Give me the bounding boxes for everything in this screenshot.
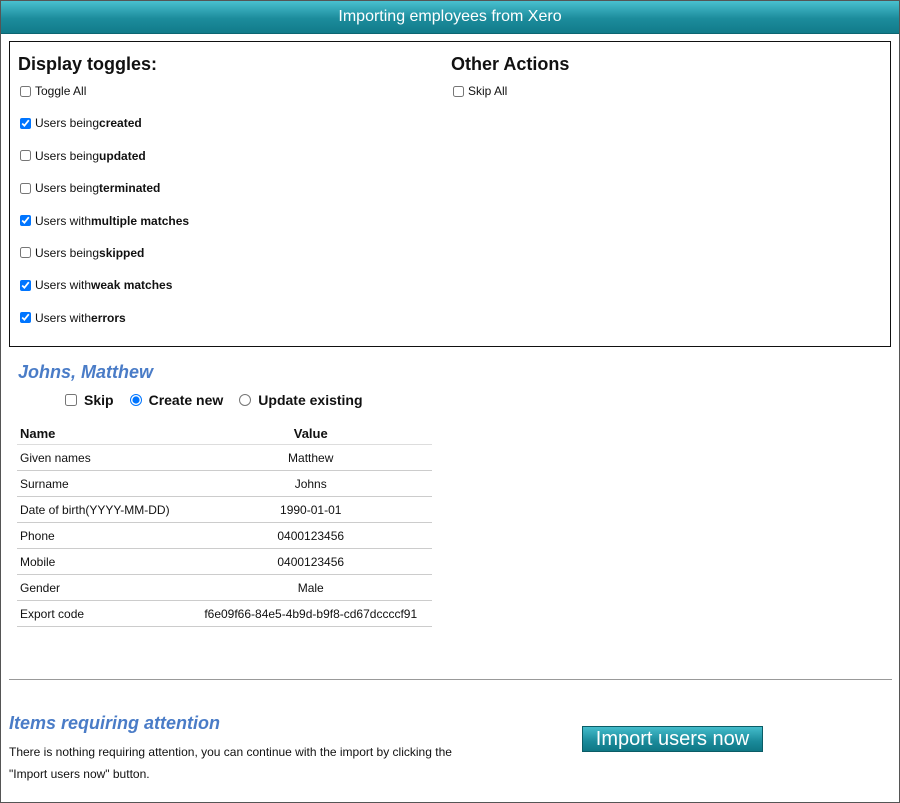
table-row: Given names Matthew (17, 444, 432, 471)
update-existing-radio[interactable] (239, 394, 252, 406)
table-header-row: Name Value (17, 422, 432, 445)
display-toggles-heading: Display toggles: (18, 54, 158, 74)
field-value: 0400123456 (189, 548, 432, 575)
toggle-users-errors-checkbox[interactable] (20, 312, 31, 324)
field-name: Surname (17, 470, 190, 497)
toggle-label-emphasis: multiple matches (91, 213, 190, 228)
import-window: Importing employees from Xero Display to… (0, 0, 900, 803)
attention-heading: Items requiring attention (9, 713, 221, 733)
toggle-users-skipped-checkbox[interactable] (20, 247, 31, 259)
column-header-value: Value (189, 422, 432, 445)
toggle-label: Users being (35, 245, 100, 260)
toggle-label: Users with (35, 213, 92, 228)
table-row: Export code f6e09f66-84e5-4b9d-b9f8-cd67… (17, 600, 432, 627)
toggle-users-errors[interactable]: Users with errors (18, 310, 189, 326)
table-row: Date of birth(YYYY-MM-DD) 1990-01-01 (17, 496, 432, 523)
skip-all-label: Skip All (468, 84, 508, 98)
table-row: Gender Male (17, 574, 432, 601)
table-row: Phone 0400123456 (17, 522, 432, 549)
import-users-button[interactable]: Import users now (582, 726, 763, 752)
skip-label: Skip (84, 392, 114, 408)
skip-option[interactable]: Skip (63, 392, 114, 408)
toggle-label: Users with (35, 278, 92, 293)
toggle-label-emphasis: errors (91, 310, 126, 325)
field-value: Male (189, 574, 432, 601)
update-existing-option[interactable]: Update existing (237, 392, 363, 408)
field-name: Gender (17, 574, 190, 601)
skip-all-checkbox[interactable] (453, 85, 464, 97)
toggle-label-emphasis: terminated (99, 181, 161, 196)
toggle-users-weak-matches-checkbox[interactable] (20, 279, 31, 291)
create-new-option[interactable]: Create new (128, 392, 224, 408)
employee-name: Johns, Matthew (18, 362, 154, 382)
toggle-users-weak-matches[interactable]: Users with weak matches (18, 277, 189, 293)
table-row: Mobile 0400123456 (17, 548, 432, 575)
toggle-label-emphasis: created (99, 116, 142, 131)
toggle-label-emphasis: updated (99, 148, 146, 163)
display-toggles-panel: Display toggles: Toggle All Users being … (9, 41, 891, 347)
column-header-name: Name (17, 422, 190, 445)
toggle-label: Users being (35, 181, 100, 196)
field-value: Matthew (189, 444, 432, 471)
table-row: Surname Johns (17, 470, 432, 497)
display-toggles-column: Display toggles: Toggle All Users being … (18, 54, 189, 342)
toggle-label: Users being (35, 116, 100, 131)
section-divider (9, 679, 892, 680)
toggle-label: Users being (35, 148, 100, 163)
toggle-all-checkbox[interactable] (20, 85, 31, 97)
create-new-radio[interactable] (129, 394, 142, 406)
field-value: 0400123456 (189, 522, 432, 549)
toggle-users-multiple-matches[interactable]: Users with multiple matches (18, 213, 189, 229)
field-name: Given names (17, 444, 190, 471)
field-name: Phone (17, 522, 190, 549)
field-name: Export code (17, 600, 190, 627)
skip-all[interactable]: Skip All (451, 83, 569, 99)
toggle-users-terminated[interactable]: Users being terminated (18, 180, 189, 196)
toggle-label: Users with (35, 310, 92, 325)
toggle-label-emphasis: weak matches (91, 278, 173, 293)
field-value: 1990-01-01 (189, 496, 432, 523)
employee-fields-table: Name Value Given names Matthew Surname J… (17, 422, 432, 627)
field-name: Date of birth(YYYY-MM-DD) (17, 496, 190, 523)
field-value: Johns (189, 470, 432, 497)
create-new-label: Create new (148, 392, 224, 408)
attention-message: There is nothing requiring attention, yo… (9, 745, 452, 781)
skip-checkbox[interactable] (65, 394, 77, 406)
toggle-users-terminated-checkbox[interactable] (20, 182, 31, 194)
field-name: Mobile (17, 548, 190, 575)
toggle-users-updated[interactable]: Users being updated (18, 148, 189, 164)
toggle-users-updated-checkbox[interactable] (20, 150, 31, 162)
toggle-all[interactable]: Toggle All (18, 83, 189, 99)
window-title: Importing employees from Xero (1, 1, 899, 34)
employee-action-options: Skip Create new Update existing (63, 392, 377, 408)
toggle-users-multiple-matches-checkbox[interactable] (20, 215, 31, 227)
update-existing-label: Update existing (258, 392, 363, 408)
toggle-users-created[interactable]: Users being created (18, 115, 189, 131)
field-value: f6e09f66-84e5-4b9d-b9f8-cd67dccccf91 (189, 600, 432, 627)
other-actions-heading: Other Actions (451, 54, 570, 74)
toggle-users-created-checkbox[interactable] (20, 117, 31, 129)
other-actions-column: Other Actions Skip All (451, 54, 569, 115)
toggle-label: Toggle All (35, 84, 87, 98)
toggle-users-skipped[interactable]: Users being skipped (18, 245, 189, 261)
toggle-label-emphasis: skipped (99, 245, 145, 260)
